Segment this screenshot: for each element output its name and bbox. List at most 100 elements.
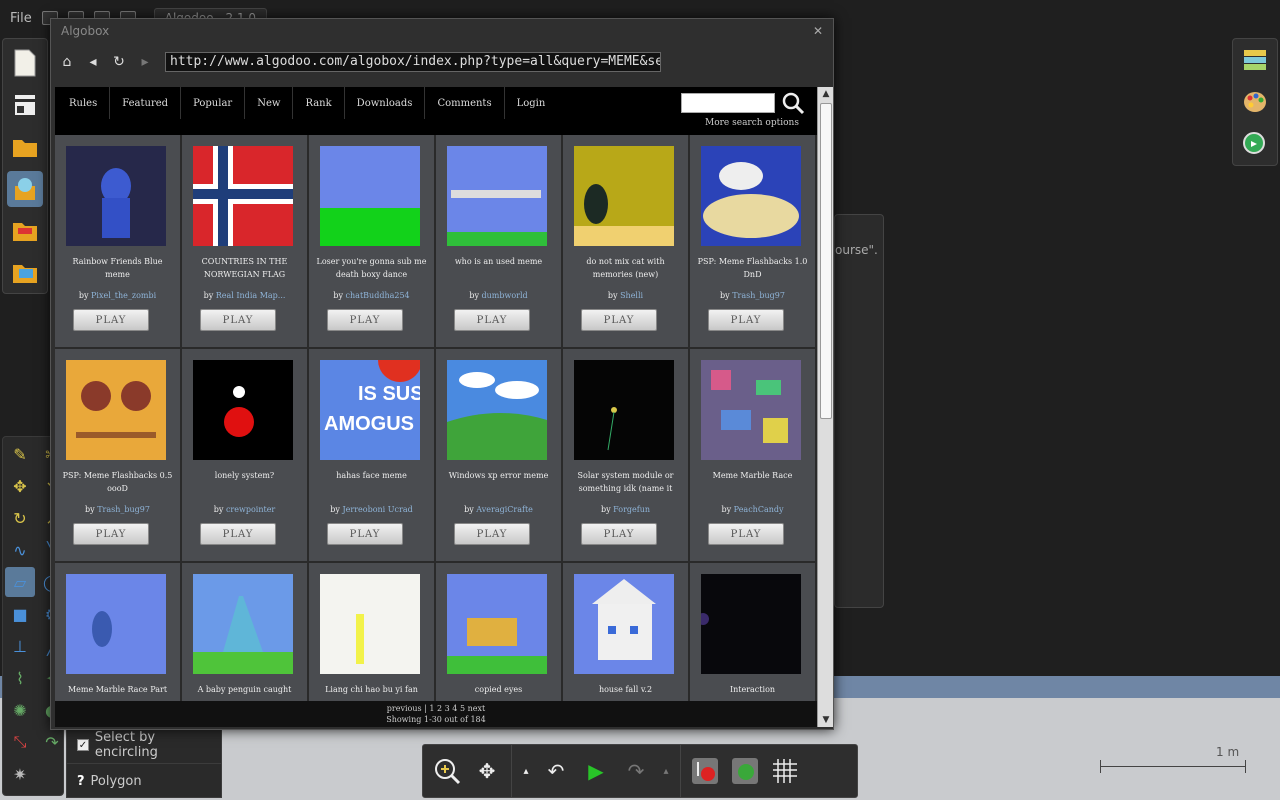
play-button[interactable]: PLAY <box>581 309 657 331</box>
author-link[interactable]: Trash_bug97 <box>732 291 785 300</box>
scene-thumbnail[interactable] <box>701 360 801 460</box>
laser-tool-icon[interactable]: ✷ <box>5 759 35 789</box>
polygon-option[interactable]: ? Polygon <box>67 763 221 799</box>
author-link[interactable]: chatBuddha254 <box>346 291 410 300</box>
nav-featured[interactable]: Featured <box>110 87 182 119</box>
author-link[interactable]: Real India Map... <box>216 291 286 300</box>
play-button[interactable]: PLAY <box>327 309 403 331</box>
pagination-links[interactable]: previous | 1 2 3 4 5 next <box>55 703 817 714</box>
play-button[interactable]: PLAY <box>200 523 276 545</box>
scene-title[interactable]: PSP: Meme Flashbacks 1.0 DnD <box>694 255 811 283</box>
my-scenes-button[interactable] <box>7 255 43 291</box>
author-link[interactable]: dumbworld <box>482 291 528 300</box>
play-button[interactable]: PLAY <box>200 309 276 331</box>
scene-title[interactable]: Rainbow Friends Blue meme <box>59 255 176 283</box>
scene-title[interactable]: COUNTRIES IN THE NORWEGIAN FLAG <box>186 255 303 283</box>
play-button[interactable]: PLAY <box>708 309 784 331</box>
nav-comments[interactable]: Comments <box>425 87 505 119</box>
redo-menu-icon[interactable]: ▴ <box>658 753 674 789</box>
scene-thumbnail[interactable] <box>574 360 674 460</box>
scene-properties-button[interactable] <box>7 87 43 123</box>
scene-thumbnail[interactable] <box>701 574 801 674</box>
rotate-tool-icon[interactable]: ↻ <box>5 503 35 533</box>
scene-thumbnail[interactable] <box>447 574 547 674</box>
scene-title[interactable]: lonely system? <box>186 469 303 497</box>
scene-title[interactable]: PSP: Meme Flashbacks 0.5 oooD <box>59 469 176 497</box>
play-simulation-icon[interactable]: ▶ <box>578 753 614 789</box>
thruster-tool-icon[interactable]: ↷ <box>37 727 67 757</box>
play-button[interactable]: PLAY <box>327 523 403 545</box>
scene-thumbnail[interactable] <box>447 146 547 246</box>
scene-title[interactable]: hahas face meme <box>313 469 430 497</box>
author-link[interactable]: Trash_bug97 <box>97 505 150 514</box>
scene-thumbnail[interactable] <box>320 146 420 246</box>
sketch-tool-icon[interactable]: ✎ <box>5 439 35 469</box>
home-icon[interactable]: ⌂ <box>57 52 77 72</box>
scene-thumbnail[interactable] <box>320 574 420 674</box>
box-tool-icon[interactable]: ■ <box>5 599 35 629</box>
algobox-button[interactable] <box>7 171 43 207</box>
page-scrollbar[interactable]: ▲ ▼ <box>817 87 833 727</box>
scene-title[interactable]: Meme Marble Race <box>694 469 811 497</box>
scene-thumbnail[interactable] <box>193 146 293 246</box>
gravity-icon[interactable] <box>687 753 723 789</box>
select-by-encircling-option[interactable]: ✓ Select by encircling <box>67 727 221 763</box>
search-icon[interactable] <box>781 91 805 115</box>
checkbox-checked-icon[interactable]: ✓ <box>77 739 89 751</box>
nav-downloads[interactable]: Downloads <box>345 87 426 119</box>
author-link[interactable]: Pixel_the_zombi <box>91 291 156 300</box>
close-icon[interactable]: ✕ <box>813 24 823 38</box>
pan-icon[interactable]: ✥ <box>469 753 505 789</box>
author-link[interactable]: AveragiCrafte <box>476 505 533 514</box>
new-scene-button[interactable] <box>7 45 43 81</box>
nav-popular[interactable]: Popular <box>181 87 246 119</box>
scene-title[interactable]: Loser you're gonna sub me death boxy dan… <box>313 255 430 283</box>
scene-thumbnail[interactable] <box>574 574 674 674</box>
scene-title[interactable]: who is an used meme <box>440 255 557 283</box>
tracer-tool-icon[interactable]: ⤡ <box>5 727 35 757</box>
play-button[interactable]: PLAY <box>73 309 149 331</box>
scene-thumbnail[interactable] <box>447 360 547 460</box>
author-link[interactable]: Forgefun <box>613 505 650 514</box>
back-icon[interactable]: ◂ <box>83 52 103 72</box>
scene-thumbnail[interactable] <box>193 360 293 460</box>
move-tool-icon[interactable]: ✥ <box>5 471 35 501</box>
grid-icon[interactable] <box>767 753 803 789</box>
nav-new[interactable]: New <box>245 87 294 119</box>
scene-title[interactable]: Windows xp error meme <box>440 469 557 497</box>
scene-thumbnail[interactable] <box>66 360 166 460</box>
site-search-input[interactable] <box>681 93 775 113</box>
window-titlebar[interactable]: Algobox ✕ <box>51 19 833 43</box>
scroll-down-icon[interactable]: ▼ <box>818 713 834 727</box>
scrollbar-thumb[interactable] <box>820 103 832 419</box>
scene-thumbnail[interactable] <box>193 574 293 674</box>
nav-login[interactable]: Login <box>505 87 558 119</box>
play-button[interactable]: PLAY <box>454 523 530 545</box>
scene-title[interactable]: Solar system module or something idk (na… <box>567 469 684 497</box>
scene-thumbnail[interactable] <box>66 574 166 674</box>
play-button[interactable]: PLAY <box>708 523 784 545</box>
air-friction-icon[interactable] <box>727 753 763 789</box>
hinge-tool-icon[interactable]: ✺ <box>5 695 35 725</box>
redo-icon[interactable]: ↷ <box>618 753 654 789</box>
url-field[interactable]: http://www.algodoo.com/algobox/index.php… <box>165 52 661 72</box>
plane-tool-icon[interactable]: ⊥ <box>5 631 35 661</box>
spring-tool-icon[interactable]: ⌇ <box>5 663 35 693</box>
reload-icon[interactable]: ↻ <box>109 52 129 72</box>
file-menu[interactable]: File <box>10 11 32 26</box>
appearance-button[interactable] <box>1240 87 1270 117</box>
background-button[interactable] <box>1240 129 1270 159</box>
nav-rank[interactable]: Rank <box>293 87 345 119</box>
lessons-button[interactable] <box>7 213 43 249</box>
author-link[interactable]: PeachCandy <box>734 505 784 514</box>
undo-menu-icon[interactable]: ▴ <box>518 753 534 789</box>
forward-icon[interactable]: ▸ <box>135 52 155 72</box>
author-link[interactable]: Shelli <box>620 291 643 300</box>
layers-button[interactable] <box>1240 45 1270 75</box>
rope-tool-icon[interactable]: ∿ <box>5 535 35 565</box>
scene-thumbnail[interactable]: IS SUS AMOGUS I <box>320 360 420 460</box>
scene-thumbnail[interactable] <box>66 146 166 246</box>
author-link[interactable]: crewpointer <box>226 505 275 514</box>
scroll-up-icon[interactable]: ▲ <box>818 87 834 101</box>
play-button[interactable]: PLAY <box>73 523 149 545</box>
